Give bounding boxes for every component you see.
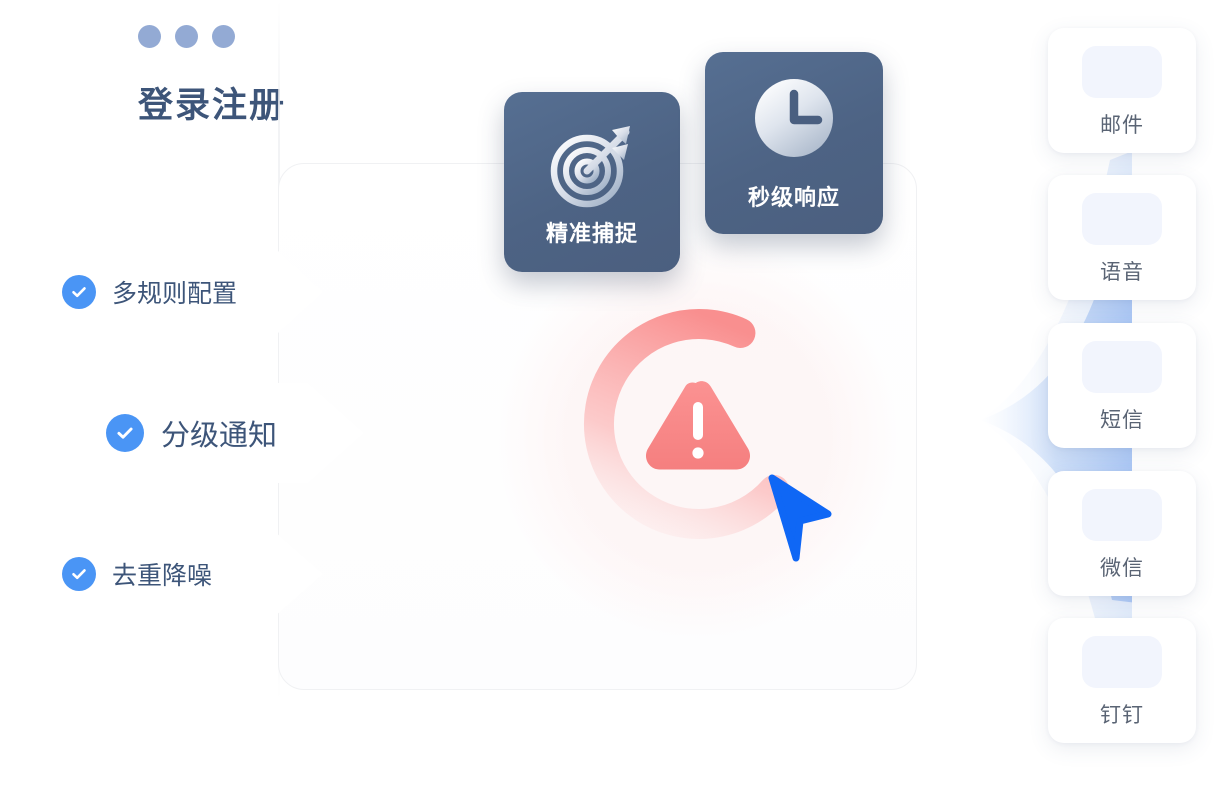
feature-card-label: 精准捕捉	[545, 221, 638, 246]
channel-card-label: 短信	[1100, 409, 1144, 432]
rule-pill-label: 多规则配置	[112, 280, 238, 308]
rule-pill-label: 去重降噪	[112, 562, 213, 590]
channel-card-dingtalk[interactable]: 钉钉	[1048, 618, 1196, 743]
page-title: 登录注册	[138, 86, 287, 125]
feature-card-precision[interactable]: 精准捕捉	[504, 92, 680, 272]
alert-gauge-group	[480, 228, 915, 648]
channel-card-wechat[interactable]: 微信	[1048, 471, 1196, 596]
feature-card-label: 秒级响应	[747, 185, 840, 210]
cursor-arrow-icon	[768, 474, 832, 562]
rule-pill-multi-rule[interactable]: 多规则配置	[36, 240, 323, 344]
rule-pill-label: 分级通知	[161, 420, 278, 452]
channel-card-label: 邮件	[1100, 114, 1144, 137]
rule-pill-dedupe[interactable]: 去重降噪	[36, 524, 323, 624]
channel-card-mail[interactable]: 邮件	[1048, 28, 1196, 153]
window-controls	[138, 25, 235, 48]
clock-icon	[755, 79, 833, 157]
sms-icon	[1082, 341, 1162, 393]
channel-card-voice[interactable]: 语音	[1048, 175, 1196, 300]
rule-pill-tiered-notify[interactable]: 分级通知	[76, 383, 364, 483]
feature-card-response[interactable]: 秒级响应	[705, 52, 883, 234]
check-circle-icon	[106, 414, 144, 452]
warning-triangle-icon	[645, 381, 751, 470]
wechat-icon	[1082, 489, 1162, 541]
check-circle-icon	[62, 557, 96, 591]
channel-card-label: 钉钉	[1100, 704, 1144, 727]
check-circle-icon	[62, 275, 96, 309]
window-dot-maximize[interactable]	[212, 25, 235, 48]
dingtalk-icon	[1082, 636, 1162, 688]
voice-icon	[1082, 193, 1162, 245]
target-icon	[550, 126, 630, 208]
window-dot-close[interactable]	[138, 25, 161, 48]
window-dot-minimize[interactable]	[175, 25, 198, 48]
channel-card-sms[interactable]: 短信	[1048, 323, 1196, 448]
channel-card-label: 语音	[1100, 261, 1144, 284]
channel-card-label: 微信	[1100, 557, 1144, 580]
mail-icon	[1082, 46, 1162, 98]
